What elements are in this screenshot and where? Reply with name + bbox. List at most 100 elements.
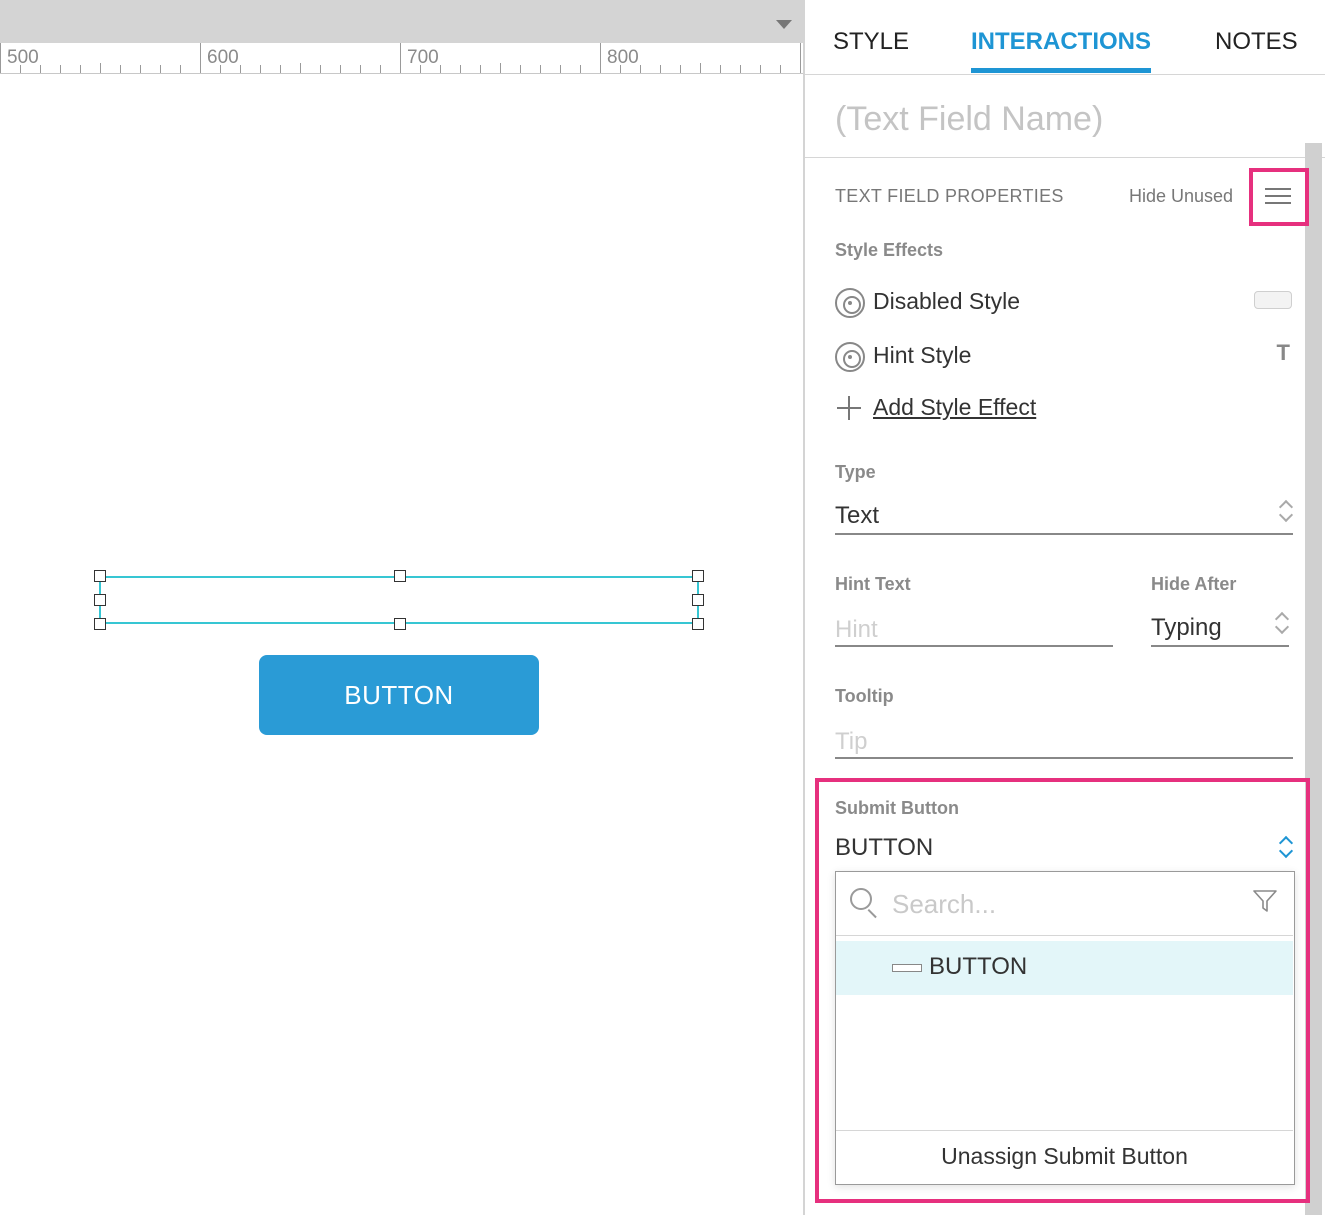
submit-button-select[interactable]: BUTTON xyxy=(835,834,933,862)
search-input[interactable] xyxy=(892,884,1232,924)
resize-handle[interactable] xyxy=(394,618,406,630)
resize-handle[interactable] xyxy=(692,618,704,630)
selected-text-field[interactable] xyxy=(100,576,698,624)
resize-handle[interactable] xyxy=(94,570,106,582)
resize-handle[interactable] xyxy=(94,618,106,630)
effect-label: Disabled Style xyxy=(873,288,1021,314)
ruler-tick xyxy=(140,65,141,73)
type-stepper-icon[interactable] xyxy=(1278,497,1296,525)
add-style-effect-label: Add Style Effect xyxy=(873,394,1037,420)
ruler-tick xyxy=(520,65,521,73)
ruler-tick xyxy=(540,65,541,73)
ruler-tick xyxy=(440,65,441,73)
ruler-tick xyxy=(460,65,461,73)
ruler-tick xyxy=(200,43,201,73)
type-label: Type xyxy=(835,462,876,482)
field-underline xyxy=(835,533,1293,535)
hamburger-menu-icon[interactable] xyxy=(1265,188,1291,206)
ruler-tick xyxy=(100,63,101,73)
ruler-tick xyxy=(640,65,641,73)
resize-handle[interactable] xyxy=(94,594,106,606)
filter-icon[interactable] xyxy=(1252,888,1278,914)
list-item-label: BUTTON xyxy=(929,953,1028,980)
style-effect-icon xyxy=(835,342,865,372)
resize-handle[interactable] xyxy=(692,570,704,582)
resize-handle[interactable] xyxy=(692,594,704,606)
type-select[interactable]: Text xyxy=(835,502,879,530)
ruler-tick xyxy=(600,43,601,73)
ruler-tick xyxy=(700,63,701,73)
hide-unused-label[interactable]: Hide Unused xyxy=(1129,186,1233,207)
ruler-tick xyxy=(800,43,801,73)
text-style-icon[interactable]: T xyxy=(1277,340,1290,366)
ruler-tick xyxy=(340,65,341,73)
ruler-tick xyxy=(620,65,621,73)
hide-after-select[interactable]: Typing xyxy=(1151,614,1222,642)
effect-label: Hint Style xyxy=(873,342,972,368)
plus-icon xyxy=(837,396,861,420)
list-item[interactable]: BUTTON xyxy=(836,941,1293,995)
ruler-tick xyxy=(160,65,161,73)
field-underline xyxy=(835,645,1113,647)
ruler-tick xyxy=(680,65,681,73)
button-widget-icon xyxy=(892,964,922,972)
ruler-tick xyxy=(560,65,561,73)
ruler-tick xyxy=(400,43,401,73)
active-tab-indicator xyxy=(971,68,1151,73)
ruler-tick xyxy=(780,65,781,73)
ruler-tick xyxy=(220,65,221,73)
ruler-tick xyxy=(760,65,761,73)
tooltip-input[interactable]: Tip xyxy=(835,728,867,756)
ruler-tick xyxy=(300,63,301,73)
canvas-button-widget[interactable]: BUTTON xyxy=(259,655,539,735)
tab-notes[interactable]: NOTES xyxy=(1215,28,1298,56)
field-underline xyxy=(1151,645,1289,647)
unassign-label: Unassign Submit Button xyxy=(941,1143,1188,1169)
ruler-tick xyxy=(60,65,61,73)
hint-text-label: Hint Text xyxy=(835,574,911,594)
ruler-tick xyxy=(0,43,1,73)
dropdown-search-row xyxy=(836,872,1293,936)
divider xyxy=(805,157,1325,158)
ruler-tick xyxy=(480,65,481,73)
ruler-tick xyxy=(380,65,381,73)
hide-after-stepper-icon[interactable] xyxy=(1274,609,1292,637)
ruler-tick xyxy=(740,65,741,73)
ruler-tick xyxy=(120,65,121,73)
style-effect-icon xyxy=(835,288,865,318)
resize-handle[interactable] xyxy=(394,570,406,582)
submit-button-stepper-icon[interactable] xyxy=(1278,833,1296,861)
submit-button-label: Submit Button xyxy=(835,798,959,818)
design-canvas[interactable]: 500 600 700 800 BUTTON xyxy=(0,0,804,1215)
submit-button-dropdown: BUTTON Unassign Submit Button xyxy=(835,871,1295,1185)
panel-tabs: STYLE INTERACTIONS NOTES xyxy=(805,0,1325,75)
style-effect-hint[interactable]: Hint Style T xyxy=(835,340,1295,374)
ruler-tick xyxy=(720,65,721,73)
tab-style[interactable]: STYLE xyxy=(833,28,909,56)
ruler-tick xyxy=(180,65,181,73)
highlight-box xyxy=(1249,168,1309,226)
style-effects-label: Style Effects xyxy=(835,240,944,260)
field-underline xyxy=(835,757,1293,759)
add-style-effect-link[interactable]: Add Style Effect xyxy=(835,392,1095,426)
tab-interactions[interactable]: INTERACTIONS xyxy=(971,28,1151,56)
properties-panel: STYLE INTERACTIONS NOTES (Text Field Nam… xyxy=(805,0,1325,1215)
unassign-submit-button[interactable]: Unassign Submit Button xyxy=(836,1130,1293,1184)
horizontal-ruler: 500 600 700 800 xyxy=(0,43,804,74)
ruler-tick xyxy=(420,65,421,73)
disabled-style-swatch[interactable] xyxy=(1254,291,1292,309)
hint-text-input[interactable]: Hint xyxy=(835,616,878,644)
ruler-tick xyxy=(240,65,241,73)
ruler-tick xyxy=(40,65,41,73)
ruler-tick xyxy=(320,65,321,73)
widget-name-field[interactable]: (Text Field Name) xyxy=(835,100,1103,139)
tooltip-label: Tooltip xyxy=(835,686,894,706)
ruler-tick xyxy=(260,65,261,73)
style-effect-disabled[interactable]: Disabled Style xyxy=(835,286,1295,320)
section-title: TEXT FIELD PROPERTIES xyxy=(835,186,1064,206)
ruler-label: 800 xyxy=(607,47,639,68)
ruler-label: 600 xyxy=(207,47,239,68)
dropdown-arrow-icon[interactable] xyxy=(776,20,792,29)
canvas-top-bar xyxy=(0,0,804,43)
ruler-label: 700 xyxy=(407,47,439,68)
